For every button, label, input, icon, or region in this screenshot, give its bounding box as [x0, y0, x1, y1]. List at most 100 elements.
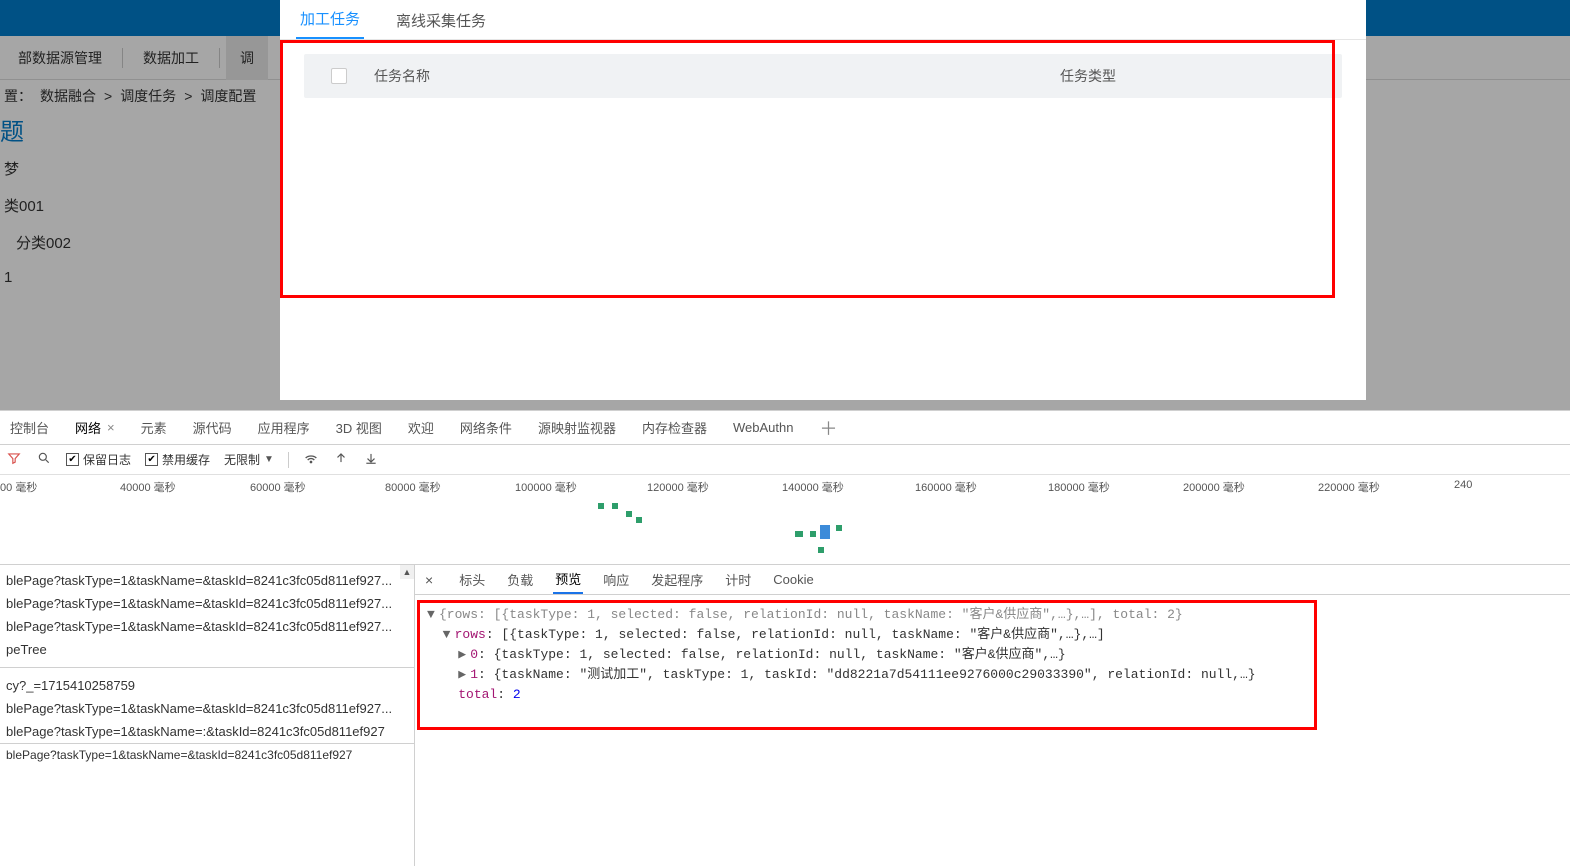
- nav-item-dataproc[interactable]: 数据加工: [129, 36, 213, 80]
- detail-tab-initiator[interactable]: 发起程序: [649, 566, 705, 593]
- tab-processing-tasks[interactable]: 加工任务: [296, 0, 364, 39]
- tree-node[interactable]: 类001: [0, 187, 240, 224]
- devtools-tab-network[interactable]: 网络 ×: [69, 418, 121, 437]
- select-all-checkbox[interactable]: [331, 68, 347, 84]
- expand-toggle-icon[interactable]: ▶: [458, 645, 470, 665]
- breadcrumb-label: 置：: [0, 86, 36, 106]
- page-title: 题: [0, 112, 24, 147]
- preview-key-rows: rows: [455, 627, 486, 642]
- detail-tab-timing[interactable]: 计时: [723, 566, 753, 593]
- breadcrumb-part[interactable]: 调度任务: [116, 86, 180, 106]
- request-list-separator: [0, 667, 414, 668]
- request-item[interactable]: blePage?taskType=1&taskName=&taskId=8241…: [0, 743, 414, 766]
- detail-tab-cookie[interactable]: Cookie: [771, 568, 815, 591]
- devtools-tab-netcond[interactable]: 网络条件: [454, 418, 518, 437]
- disable-cache-label: 禁用缓存: [162, 451, 210, 468]
- preserve-log-label: 保留日志: [83, 451, 131, 468]
- devtools-tab-elements[interactable]: 元素: [135, 418, 173, 437]
- preview-total-value: 2: [513, 687, 521, 702]
- task-table-header: 任务名称 任务类型: [304, 54, 1342, 98]
- devtools-tab-application[interactable]: 应用程序: [252, 418, 316, 437]
- nav-divider: [219, 48, 220, 68]
- preview-total[interactable]: total: 2: [427, 685, 1558, 705]
- wifi-icon[interactable]: [303, 450, 319, 469]
- preview-row-1[interactable]: ▶1: {taskName: "测试加工", taskType: 1, task…: [427, 665, 1558, 685]
- timeline-mark: [818, 547, 824, 553]
- close-icon[interactable]: ×: [107, 420, 115, 435]
- devtools-tab-memory[interactable]: 内存检查器: [636, 418, 713, 437]
- request-item[interactable]: blePage?taskType=1&taskName=:&taskId=824…: [0, 720, 414, 743]
- nav-item-schedule[interactable]: 调: [226, 36, 268, 80]
- request-item[interactable]: blePage?taskType=1&taskName=&taskId=8241…: [0, 592, 414, 615]
- preview-root[interactable]: ▼{rows: [{taskType: 1, selected: false, …: [427, 605, 1558, 625]
- download-icon[interactable]: [363, 451, 379, 468]
- breadcrumb-part[interactable]: 数据融合: [36, 86, 100, 106]
- request-item[interactable]: blePage?taskType=1&taskName=&taskId=8241…: [0, 569, 414, 592]
- devtools-tab-sourcemap[interactable]: 源映射监视器: [532, 418, 622, 437]
- timeline-mark: [598, 503, 604, 509]
- preview-key-total: total: [458, 687, 497, 702]
- request-item[interactable]: cy?_=1715410258759: [0, 674, 414, 697]
- filter-icon[interactable]: [6, 451, 22, 468]
- timeline-tick: 60000 毫秒: [250, 479, 306, 495]
- expand-toggle-icon[interactable]: ▼: [427, 605, 439, 625]
- request-item[interactable]: peTree: [0, 638, 414, 661]
- network-timeline[interactable]: 00 毫秒 40000 毫秒 60000 毫秒 80000 毫秒 100000 …: [0, 475, 1570, 565]
- timeline-tick: 160000 毫秒: [915, 479, 977, 495]
- detail-tab-preview[interactable]: 预览: [553, 565, 583, 594]
- devtools-tab-sources[interactable]: 源代码: [187, 418, 238, 437]
- tree-node[interactable]: 分类002: [0, 224, 240, 261]
- timeline-mark: [636, 517, 642, 523]
- preview-total-sep: :: [497, 687, 513, 702]
- checkbox-icon: ✔: [145, 453, 158, 466]
- devtools-panel: 控制台 网络 × 元素 源代码 应用程序 3D 视图 欢迎 网络条件 源映射监视…: [0, 410, 1570, 866]
- timeline-marks: [0, 503, 1570, 564]
- th-task-type: 任务类型: [834, 66, 1342, 86]
- request-list-panel: ▲ blePage?taskType=1&taskName=&taskId=82…: [0, 565, 415, 866]
- network-toolbar: ✔ 保留日志 ✔ 禁用缓存 无限制 ▼: [0, 445, 1570, 475]
- request-detail-panel: × 标头 负载 预览 响应 发起程序 计时 Cookie ▼{rows: [{t…: [415, 565, 1570, 866]
- devtools-tab-console[interactable]: 控制台: [4, 418, 55, 437]
- tree-node[interactable]: 1: [0, 261, 240, 294]
- devtools-tabs: 控制台 网络 × 元素 源代码 应用程序 3D 视图 欢迎 网络条件 源映射监视…: [0, 411, 1570, 445]
- detail-tab-payload[interactable]: 负载: [505, 566, 535, 593]
- th-task-name: 任务名称: [374, 66, 834, 86]
- devtools-tab-add-icon[interactable]: ＋: [813, 415, 843, 441]
- devtools-tab-webauthn[interactable]: WebAuthn: [727, 420, 799, 435]
- chevron-down-icon: ▼: [264, 454, 274, 465]
- preview-row1-value: : {taskName: "测试加工", taskType: 1, taskId…: [478, 667, 1256, 682]
- timeline-mark: [612, 503, 618, 509]
- detail-tab-headers[interactable]: 标头: [457, 566, 487, 593]
- checkbox-icon: ✔: [66, 453, 79, 466]
- breadcrumb: 置： 数据融合 > 调度任务 > 调度配置: [0, 80, 260, 112]
- tab-offline-collect-tasks[interactable]: 离线采集任务: [392, 2, 490, 39]
- preserve-log-checkbox[interactable]: ✔ 保留日志: [66, 451, 131, 468]
- expand-toggle-icon[interactable]: ▶: [458, 665, 470, 685]
- nav-item-datasource[interactable]: 部数据源管理: [4, 36, 116, 80]
- timeline-mark: [820, 525, 830, 539]
- timeline-mark: [836, 525, 842, 531]
- tree-node[interactable]: 梦: [0, 150, 240, 187]
- preview-rows-value: : [{taskType: 1, selected: false, relati…: [486, 627, 1105, 642]
- preview-row0-value: : {taskType: 1, selected: false, relatio…: [478, 647, 1066, 662]
- preview-rows[interactable]: ▼rows: [{taskType: 1, selected: false, r…: [427, 625, 1558, 645]
- detail-tabs: × 标头 负载 预览 响应 发起程序 计时 Cookie: [415, 565, 1570, 595]
- search-icon[interactable]: [36, 451, 52, 468]
- upload-icon[interactable]: [333, 451, 349, 468]
- close-icon[interactable]: ×: [425, 572, 439, 588]
- request-item[interactable]: blePage?taskType=1&taskName=&taskId=8241…: [0, 615, 414, 638]
- devtools-tab-welcome[interactable]: 欢迎: [402, 418, 440, 437]
- scroll-up-icon[interactable]: ▲: [400, 565, 414, 579]
- toolbar-divider: [288, 452, 289, 468]
- modal-tabs: 加工任务 离线采集任务: [280, 0, 1366, 40]
- throttle-dropdown[interactable]: 无限制 ▼: [224, 451, 274, 469]
- timeline-mark: [795, 531, 803, 537]
- request-item[interactable]: blePage?taskType=1&taskName=&taskId=8241…: [0, 697, 414, 720]
- disable-cache-checkbox[interactable]: ✔ 禁用缓存: [145, 451, 210, 468]
- devtools-tab-3dview[interactable]: 3D 视图: [330, 418, 388, 437]
- timeline-tick: 120000 毫秒: [647, 479, 709, 495]
- breadcrumb-sep: >: [100, 88, 116, 104]
- preview-row-0[interactable]: ▶0: {taskType: 1, selected: false, relat…: [427, 645, 1558, 665]
- expand-toggle-icon[interactable]: ▼: [443, 625, 455, 645]
- detail-tab-response[interactable]: 响应: [601, 566, 631, 593]
